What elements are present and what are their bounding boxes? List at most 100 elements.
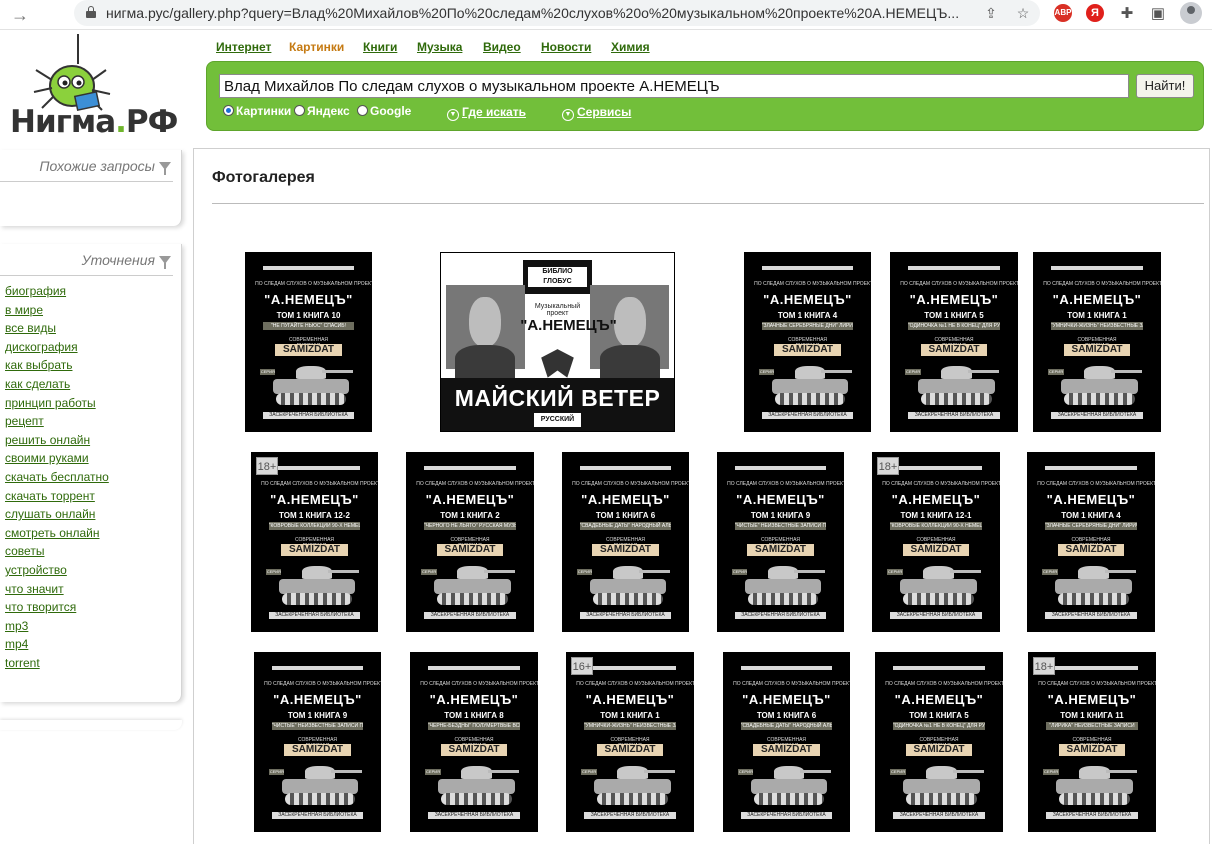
profile-avatar-icon[interactable] <box>1180 2 1202 24</box>
refinement-link[interactable]: своими руками <box>5 449 109 468</box>
collapsed-panel <box>0 720 182 730</box>
nav-news[interactable]: Новости <box>541 40 591 54</box>
refinement-link[interactable]: слушать онлайн <box>5 505 109 524</box>
gallery-thumbnail[interactable]: ПО СЛЕДАМ СЛУХОВ О МУЗЫКАЛЬНОМ ПРОЕКТЕ "А… <box>723 652 850 832</box>
gallery-thumbnail[interactable]: ПО СЛЕДАМ СЛУХОВ О МУЗЫКАЛЬНОМ ПРОЕКТЕ "А… <box>254 652 381 832</box>
gallery-thumbnail[interactable]: ПО СЛЕДАМ СЛУХОВ О МУЗЫКАЛЬНОМ ПРОЕКТЕ "А… <box>245 252 372 432</box>
gallery-thumbnail[interactable]: ПО СЛЕДАМ СЛУХОВ О МУЗЫКАЛЬНОМ ПРОЕКТЕ "А… <box>890 252 1018 432</box>
engine-option-images[interactable]: Картинки <box>223 104 291 118</box>
gallery-thumbnail[interactable]: ПО СЛЕДАМ СЛУХОВ О МУЗЫКАЛЬНОМ ПРОЕКТЕ "А… <box>872 452 1000 632</box>
gallery-title: Фотогалерея <box>212 169 315 186</box>
gallery-thumbnail[interactable]: ПО СЛЕДАМ СЛУХОВ О МУЗЫКАЛЬНОМ ПРОЕКТЕ "А… <box>406 452 534 632</box>
refinement-link[interactable]: что творится <box>5 598 109 617</box>
tank-illustration-icon <box>1061 364 1142 407</box>
refinement-link[interactable]: mp4 <box>5 635 109 654</box>
refinement-link[interactable]: рецепт <box>5 412 109 431</box>
gallery-thumbnail[interactable]: ПО СЛЕДАМ СЛУХОВ О МУЗЫКАЛЬНОМ ПРОЕКТЕ "А… <box>566 652 694 832</box>
refinement-link[interactable]: mp3 <box>5 617 109 636</box>
gallery-thumbnail-wide[interactable]: БИБЛИО ГЛОБУС Музыкальный проект "А.НЕМЕ… <box>440 252 675 432</box>
where-to-search-dropdown[interactable]: ▼ Где искать <box>447 105 526 121</box>
gallery-thumbnail[interactable]: ПО СЛЕДАМ СЛУХОВ О МУЗЫКАЛЬНОМ ПРОЕКТЕ "А… <box>1033 252 1161 432</box>
search-button[interactable]: Найти! <box>1136 74 1194 98</box>
nav-books[interactable]: Книги <box>363 40 397 54</box>
refinement-link[interactable]: дискография <box>5 338 109 357</box>
similar-queries-heading: Похожие запросы <box>39 158 171 175</box>
nav-images[interactable]: Картинки <box>289 40 344 54</box>
tank-illustration-icon <box>434 564 515 607</box>
engine-option-google[interactable]: Google <box>357 104 411 118</box>
tank-illustration-icon <box>918 364 999 407</box>
filter-funnel-icon[interactable] <box>159 162 171 175</box>
tank-illustration-icon <box>900 564 981 607</box>
refinement-link[interactable]: в мире <box>5 301 109 320</box>
refinement-link[interactable]: биография <box>5 282 109 301</box>
refinements-heading: Уточнения <box>82 252 171 269</box>
radio-icon[interactable] <box>294 105 305 116</box>
gallery-thumbnail[interactable]: ПО СЛЕДАМ СЛУХОВ О МУЗЫКАЛЬНОМ ПРОЕКТЕ "А… <box>251 452 378 632</box>
tank-illustration-icon <box>744 564 825 607</box>
refinement-link[interactable]: принцип работы <box>5 394 109 413</box>
chevron-down-icon: ▼ <box>562 109 574 121</box>
share-icon[interactable]: ⇪ <box>982 4 1000 22</box>
tank-illustration-icon <box>1055 564 1136 607</box>
extensions-puzzle-icon[interactable]: ✚ <box>1117 4 1137 24</box>
refinement-link[interactable]: что значит <box>5 580 109 599</box>
radio-checked-icon[interactable] <box>223 105 234 116</box>
nav-chemistry[interactable]: Химия <box>611 40 650 54</box>
yandex-extension-icon[interactable]: Я <box>1086 4 1104 22</box>
forward-arrow-icon[interactable]: → <box>8 3 32 27</box>
age-rating-badge: 18+ <box>1033 657 1055 675</box>
tank-illustration-icon <box>1056 764 1137 807</box>
gallery-thumbnail[interactable]: ПО СЛЕДАМ СЛУХОВ О МУЗЫКАЛЬНОМ ПРОЕКТЕ "А… <box>562 452 689 632</box>
tank-illustration-icon <box>589 564 670 607</box>
bookmark-star-icon[interactable]: ☆ <box>1014 4 1032 22</box>
tank-illustration-icon <box>771 364 852 407</box>
gallery-thumbnail[interactable]: ПО СЛЕДАМ СЛУХОВ О МУЗЫКАЛЬНОМ ПРОЕКТЕ "А… <box>1027 452 1155 632</box>
gallery-thumbnail[interactable]: ПО СЛЕДАМ СЛУХОВ О МУЗЫКАЛЬНОМ ПРОЕКТЕ "А… <box>744 252 871 432</box>
chevron-down-icon: ▼ <box>447 109 459 121</box>
refinement-link[interactable]: torrent <box>5 654 109 673</box>
gallery-thumbnail[interactable]: ПО СЛЕДАМ СЛУХОВ О МУЗЫКАЛЬНОМ ПРОЕКТЕ "А… <box>410 652 538 832</box>
tank-illustration-icon <box>750 764 831 807</box>
browser-toolbar: → нигма.рус/gallery.php?query=Влад%20Мих… <box>0 0 1212 30</box>
refinement-link[interactable]: скачать торрент <box>5 487 109 506</box>
adblock-extension-icon[interactable]: ABP <box>1054 4 1072 22</box>
refinement-link[interactable]: решить онлайн <box>5 431 109 450</box>
refinement-link[interactable]: скачать бесплатно <box>5 468 109 487</box>
search-panel: Найти! Картинки Яндекс Google ▼Где искат… <box>206 61 1204 131</box>
tank-illustration-icon <box>278 564 359 607</box>
tank-illustration-icon <box>281 764 362 807</box>
gallery-thumbnail[interactable]: ПО СЛЕДАМ СЛУХОВ О МУЗЫКАЛЬНОМ ПРОЕКТЕ "А… <box>875 652 1003 832</box>
age-rating-badge: 18+ <box>256 457 278 475</box>
sidepanel-icon[interactable]: ▣ <box>1148 4 1168 24</box>
portrait-photo-left <box>445 285 525 379</box>
refinement-link[interactable]: устройство <box>5 561 109 580</box>
engine-option-yandex[interactable]: Яндекс <box>294 104 350 118</box>
age-rating-badge: 18+ <box>877 457 899 475</box>
search-input[interactable] <box>219 74 1129 98</box>
logo-wordmark: Нигма.РФ <box>10 104 178 140</box>
refinement-link[interactable]: как сделать <box>5 375 109 394</box>
filter-funnel-icon[interactable] <box>159 256 171 269</box>
nigma-logo[interactable]: Нигма.РФ <box>6 34 178 146</box>
lock-icon[interactable] <box>86 6 96 18</box>
gallery-thumbnail[interactable]: ПО СЛЕДАМ СЛУХОВ О МУЗЫКАЛЬНОМ ПРОЕКТЕ "А… <box>1028 652 1156 832</box>
services-dropdown[interactable]: ▼ Сервисы <box>562 105 631 121</box>
tank-illustration-icon <box>438 764 519 807</box>
refinement-link[interactable]: советы <box>5 542 109 561</box>
similar-queries-panel: Похожие запросы <box>0 150 182 226</box>
nav-music[interactable]: Музыка <box>417 40 462 54</box>
age-rating-badge: 16+ <box>571 657 593 675</box>
tank-illustration-icon <box>903 764 984 807</box>
refinement-link[interactable]: как выбрать <box>5 356 109 375</box>
tank-illustration-icon <box>594 764 675 807</box>
url-text[interactable]: нигма.рус/gallery.php?query=Влад%20Михай… <box>106 5 976 21</box>
nav-internet[interactable]: Интернет <box>216 40 271 54</box>
nav-video[interactable]: Видео <box>483 40 521 54</box>
radio-icon[interactable] <box>357 105 368 116</box>
gallery-thumbnail[interactable]: ПО СЛЕДАМ СЛУХОВ О МУЗЫКАЛЬНОМ ПРОЕКТЕ "А… <box>717 452 844 632</box>
eagle-emblem-icon <box>541 349 574 378</box>
refinement-link[interactable]: все виды <box>5 319 109 338</box>
refinement-link[interactable]: смотреть онлайн <box>5 524 109 543</box>
address-bar[interactable]: нигма.рус/gallery.php?query=Влад%20Михай… <box>74 0 1040 26</box>
